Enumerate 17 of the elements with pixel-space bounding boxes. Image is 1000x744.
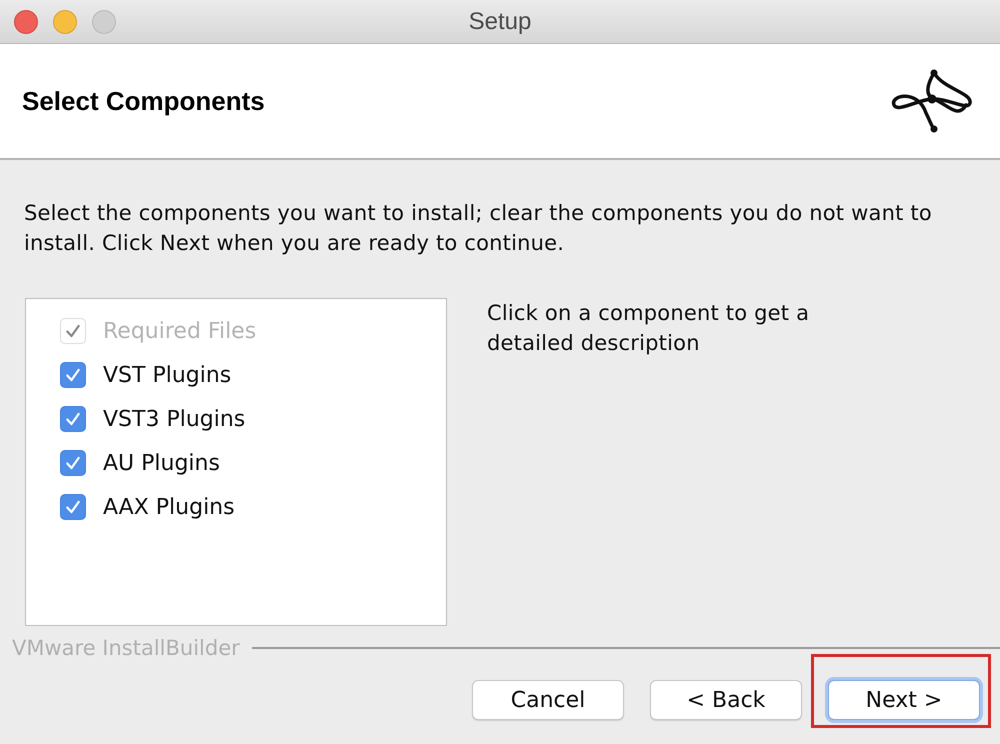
- checkbox[interactable]: [60, 494, 86, 520]
- checkbox[interactable]: [60, 406, 86, 432]
- description-text: Click on a component to get a detailed description: [487, 300, 810, 357]
- branding-label: VMware InstallBuilder: [12, 636, 240, 660]
- instruction-text: Select the components you want to install; clear the components you do not want to install. Click Next when you are ready to continue.: [24, 200, 933, 257]
- window-title: Setup: [468, 8, 532, 36]
- close-button[interactable]: [14, 10, 38, 34]
- checkbox-label[interactable]: VST Plugins: [103, 362, 232, 388]
- checkbox-label[interactable]: VST3 Plugins: [103, 406, 246, 432]
- checkbox[interactable]: [60, 450, 86, 476]
- checkbox-label[interactable]: AAX Plugins: [103, 494, 235, 520]
- checkbox[interactable]: [60, 362, 86, 388]
- cancel-button[interactable]: Cancel: [472, 680, 624, 720]
- next-button[interactable]: Next >: [828, 680, 980, 720]
- checkbox-label[interactable]: AU Plugins: [103, 450, 220, 476]
- back-button[interactable]: < Back: [650, 680, 802, 720]
- page-title: Select Components: [22, 86, 265, 116]
